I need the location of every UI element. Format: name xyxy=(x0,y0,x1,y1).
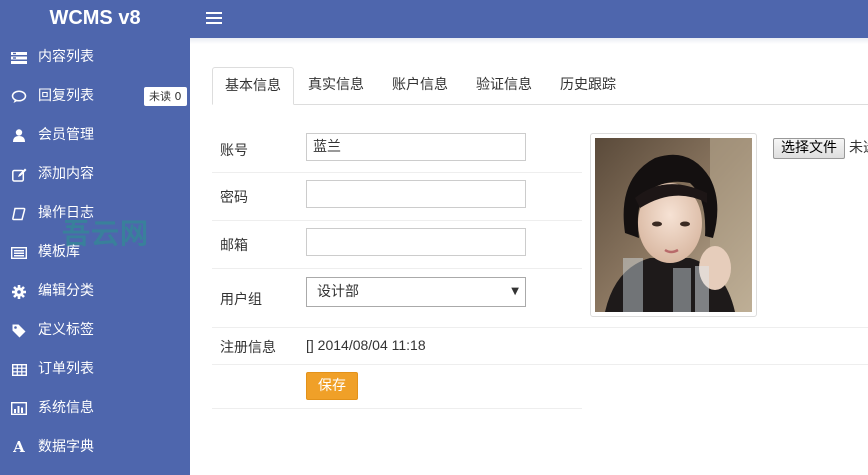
email-input[interactable] xyxy=(306,228,526,256)
tab-verify-info[interactable]: 验证信息 xyxy=(466,67,542,104)
table-icon xyxy=(10,350,28,389)
sidebar-item-system-info[interactable]: 系统信息 xyxy=(0,389,190,428)
tab-account-info[interactable]: 账户信息 xyxy=(382,67,458,104)
sidebar-item-members[interactable]: 会员管理 xyxy=(0,116,190,155)
user-icon xyxy=(10,116,28,155)
content-top-shadow xyxy=(190,38,868,44)
dropdown-arrow-icon: ▼ xyxy=(511,286,519,297)
sidebar-item-reply-list[interactable]: 回复列表 未读 0 xyxy=(0,77,190,116)
form-divider xyxy=(212,408,582,409)
menu-toggle-icon[interactable] xyxy=(206,9,222,29)
sidebar-item-label: 内容列表 xyxy=(38,49,94,65)
email-label: 邮箱 xyxy=(220,238,248,254)
list-icon xyxy=(10,38,28,77)
sidebar: 内容列表 回复列表 未读 0 会员管理 添加内容 操作日志 模板库 编辑分类 定… xyxy=(0,38,190,475)
tab-basic-info[interactable]: 基本信息 xyxy=(212,67,294,105)
password-label: 密码 xyxy=(220,190,248,206)
sidebar-item-data-dictionary[interactable]: A 数据字典 xyxy=(0,428,190,467)
group-label: 用户组 xyxy=(220,292,262,308)
comment-icon xyxy=(10,77,28,116)
tab-bar: 基本信息 真实信息 账户信息 验证信息 历史跟踪 xyxy=(212,67,868,105)
register-value: [] 2014/08/04 11:18 xyxy=(306,337,426,353)
avatar-photo xyxy=(595,138,752,312)
sidebar-item-edit-category[interactable]: 编辑分类 xyxy=(0,272,190,311)
group-select-value: 设计部 xyxy=(317,284,359,300)
watermark: 吾云网 xyxy=(62,217,150,250)
sidebar-item-label: 回复列表 xyxy=(38,88,94,104)
choose-file-button[interactable]: 选择文件 xyxy=(773,138,845,159)
tag-icon xyxy=(10,311,28,350)
bar-chart-icon xyxy=(10,389,28,428)
sidebar-item-content-list[interactable]: 内容列表 xyxy=(0,38,190,77)
sidebar-item-label: 订单列表 xyxy=(38,361,94,377)
register-label: 注册信息 xyxy=(220,340,276,356)
sidebar-item-label: 定义标签 xyxy=(38,322,94,338)
save-button[interactable]: 保存 xyxy=(306,372,358,400)
sidebar-item-label: 数据字典 xyxy=(38,439,94,455)
log-icon xyxy=(10,194,28,233)
sidebar-item-label: 系统信息 xyxy=(38,400,94,416)
tab-history[interactable]: 历史跟踪 xyxy=(550,67,626,104)
group-select[interactable]: 设计部 ▼ xyxy=(306,277,526,307)
sidebar-item-order-list[interactable]: 订单列表 xyxy=(0,350,190,389)
sidebar-item-label: 编辑分类 xyxy=(38,283,94,299)
edit-icon xyxy=(10,155,28,194)
gear-icon xyxy=(10,272,28,311)
top-bar: WCMS v8 xyxy=(0,0,868,38)
account-input[interactable]: 蓝兰 xyxy=(306,133,526,161)
template-icon xyxy=(10,233,28,272)
app-logo: WCMS v8 xyxy=(49,7,141,29)
password-input[interactable] xyxy=(306,180,526,208)
unread-badge: 未读 0 xyxy=(144,87,187,106)
avatar-frame xyxy=(590,133,757,317)
sidebar-item-label: 添加内容 xyxy=(38,166,94,182)
sidebar-item-define-tags[interactable]: 定义标签 xyxy=(0,311,190,350)
sidebar-item-add-content[interactable]: 添加内容 xyxy=(0,155,190,194)
account-label: 账号 xyxy=(220,143,248,159)
form-row-register: 注册信息 [] 2014/08/04 11:18 xyxy=(212,327,868,365)
font-icon: A xyxy=(13,438,25,456)
sidebar-item-label: 会员管理 xyxy=(38,127,94,143)
tab-real-info[interactable]: 真实信息 xyxy=(298,67,374,104)
file-status-text: 未选择任何文件 xyxy=(849,140,868,156)
